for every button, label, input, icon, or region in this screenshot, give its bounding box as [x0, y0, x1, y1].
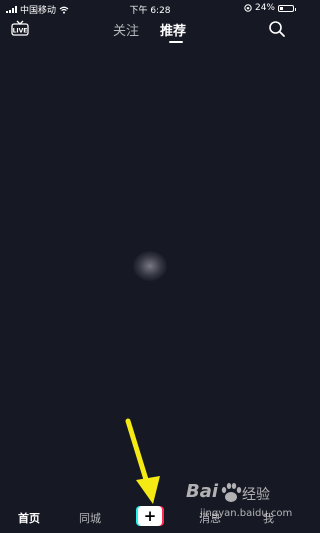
tab-following[interactable]: 关注	[113, 20, 139, 39]
paw-icon	[221, 483, 242, 502]
battery-percent: 24%	[254, 3, 275, 13]
battery-icon	[278, 4, 296, 12]
live-label: LIVE	[13, 28, 28, 35]
live-icon[interactable]: LIVE	[11, 20, 29, 36]
active-tab-indicator	[169, 41, 183, 43]
plus-icon: +	[143, 507, 157, 525]
search-icon[interactable]	[268, 20, 286, 38]
watermark-url: jingyan.baidu.com	[200, 508, 293, 519]
status-bar: 中国移动 下午 6:28 24%	[0, 0, 300, 16]
nav-home[interactable]: 首页	[18, 510, 40, 526]
watermark-brand: Bai	[186, 481, 219, 502]
watermark-suffix: 经验	[242, 487, 270, 503]
tab-recommended[interactable]: 推荐	[160, 20, 186, 39]
orientation-lock-icon	[244, 4, 252, 12]
nav-nearby[interactable]: 同城	[79, 510, 101, 526]
watermark: Bai 经验 jingyan.baidu.com	[182, 478, 294, 526]
status-right: 24%	[244, 3, 296, 13]
loading-spinner	[133, 251, 167, 281]
annotation-arrow-icon	[125, 418, 160, 504]
create-button[interactable]: +	[136, 506, 164, 526]
